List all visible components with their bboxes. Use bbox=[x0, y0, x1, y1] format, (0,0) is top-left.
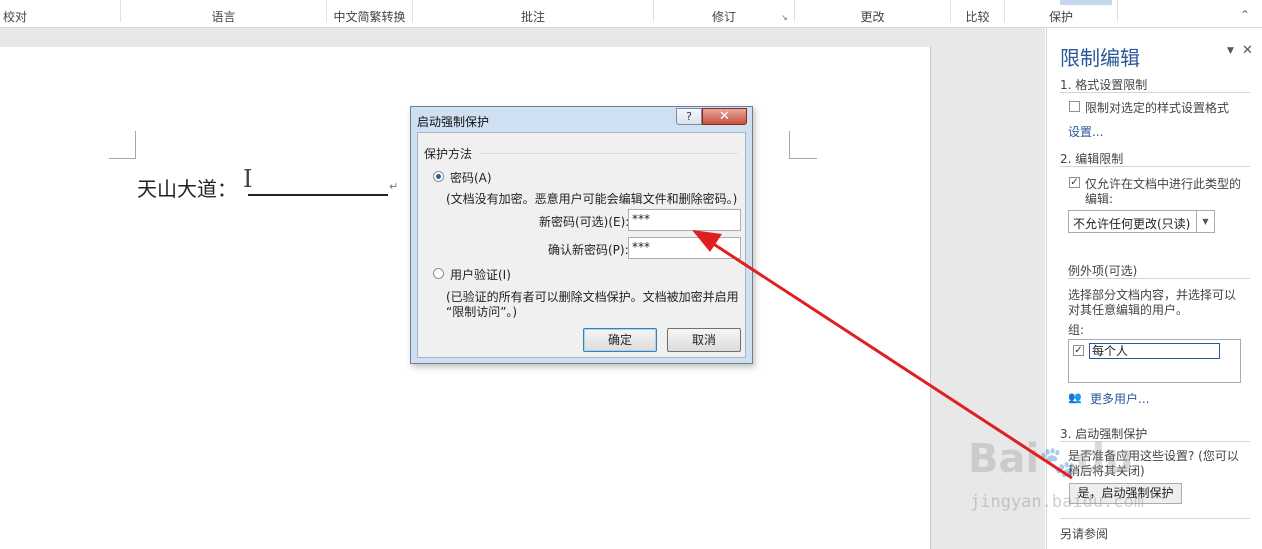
ok-button[interactable]: 确定 bbox=[583, 328, 657, 352]
protection-method-heading: 保护方法 bbox=[424, 147, 473, 161]
section-divider bbox=[1060, 92, 1250, 93]
format-restrict-checkbox[interactable] bbox=[1069, 101, 1080, 112]
confirm-password-input[interactable]: *** bbox=[628, 237, 741, 259]
everyone-checkbox[interactable]: ✓ bbox=[1073, 345, 1084, 356]
document-text[interactable]: 天山大道： bbox=[137, 173, 237, 202]
confirm-password-label: 确认新密码(P): bbox=[548, 243, 629, 257]
section-divider bbox=[1060, 166, 1250, 167]
exceptions-description-line2: 对其任意编辑的用户。 bbox=[1068, 303, 1189, 317]
format-restrict-label: 限制对选定的样式设置格式 bbox=[1085, 101, 1230, 115]
password-radio[interactable] bbox=[433, 171, 444, 182]
groups-label: 组: bbox=[1068, 323, 1085, 337]
dialog-title: 启动强制保护 bbox=[417, 115, 490, 129]
group-separator bbox=[480, 153, 738, 154]
close-pane-icon[interactable]: ✕ bbox=[1242, 43, 1253, 58]
new-password-label: 新密码(可选)(E): bbox=[539, 215, 630, 229]
group-everyone[interactable]: 每个人 bbox=[1089, 343, 1220, 359]
user-authentication-label[interactable]: 用户验证(I) bbox=[450, 266, 511, 283]
ribbon-group-chinese-conversion: 中文简繁转换 bbox=[333, 10, 406, 24]
baidu-watermark-logo: Bai🐾du bbox=[968, 436, 1134, 482]
section-divider bbox=[1068, 278, 1250, 279]
section-divider bbox=[1060, 518, 1250, 519]
paragraph-mark: ↵ bbox=[389, 180, 399, 193]
pane-title: 限制编辑 bbox=[1060, 46, 1140, 70]
close-button[interactable]: ✕ bbox=[702, 108, 747, 125]
start-enforcing-protection-dialog: 启动强制保护 ? ✕ 保护方法 密码(A) (文档没有加密。恶意用户可能会编辑文… bbox=[410, 106, 753, 364]
password-note: (文档没有加密。恶意用户可能会编辑文件和删除密码。) bbox=[446, 192, 738, 206]
user-authentication-radio[interactable] bbox=[433, 268, 444, 279]
ribbon-group-proofing: 校对 bbox=[2, 10, 27, 24]
editing-type-dropdown[interactable]: 不允许任何更改(只读) ▼ bbox=[1068, 210, 1215, 233]
text-cursor-icon: I bbox=[243, 165, 253, 193]
see-also-heading: 另请参阅 bbox=[1060, 527, 1109, 541]
more-users-link[interactable]: 更多用户... bbox=[1090, 390, 1149, 407]
crop-mark-left bbox=[109, 131, 136, 159]
exceptions-heading: 例外项(可选) bbox=[1068, 264, 1138, 278]
settings-link[interactable]: 设置... bbox=[1068, 123, 1103, 140]
crop-mark-right bbox=[789, 131, 817, 159]
ribbon-group-comments: 批注 bbox=[520, 10, 545, 24]
dialog-launcher-icon[interactable]: ↘ bbox=[781, 13, 789, 22]
user-authentication-note-line2: “限制访问”。) bbox=[446, 305, 518, 319]
cancel-button[interactable]: 取消 bbox=[667, 328, 741, 352]
ribbon-group-language: 语言 bbox=[211, 10, 236, 24]
ribbon-group-changes: 更改 bbox=[860, 10, 885, 24]
blank-underline bbox=[248, 194, 388, 196]
groups-list[interactable]: ✓ 每个人 bbox=[1068, 339, 1241, 383]
help-button[interactable]: ? bbox=[676, 108, 702, 125]
section-formatting-restrictions: 1. 格式设置限制 bbox=[1060, 78, 1148, 92]
baidu-watermark-url: jingyan.baidu.com bbox=[970, 492, 1144, 512]
editing-restrict-checkbox[interactable]: ✓ bbox=[1069, 177, 1080, 188]
collapse-ribbon-icon[interactable]: ⌃ bbox=[1238, 8, 1252, 22]
password-option-label[interactable]: 密码(A) bbox=[450, 169, 492, 186]
dialog-body: 保护方法 密码(A) (文档没有加密。恶意用户可能会编辑文件和删除密码。) 新密… bbox=[417, 132, 746, 358]
ribbon-separator bbox=[1117, 0, 1118, 22]
section-editing-restrictions: 2. 编辑限制 bbox=[1060, 152, 1124, 166]
editing-restrict-label-line2: 编辑: bbox=[1085, 192, 1114, 206]
editing-type-value: 不允许任何更改(只读) bbox=[1073, 217, 1191, 231]
protect-button-highlight[interactable] bbox=[1060, 0, 1112, 5]
ribbon-group-tracking: 修订 bbox=[711, 10, 736, 24]
ribbon-group-compare: 比较 bbox=[965, 10, 990, 24]
pane-options-icon[interactable]: ▼ bbox=[1227, 46, 1234, 56]
users-icon: 👥 bbox=[1068, 391, 1082, 404]
ribbon-group-labels: 校对 语言 中文简繁转换 批注 修订 ↘ 更改 比较 保护 ⌃ bbox=[0, 0, 1262, 28]
chevron-down-icon[interactable]: ▼ bbox=[1196, 211, 1214, 232]
new-password-input[interactable]: *** bbox=[628, 209, 741, 231]
